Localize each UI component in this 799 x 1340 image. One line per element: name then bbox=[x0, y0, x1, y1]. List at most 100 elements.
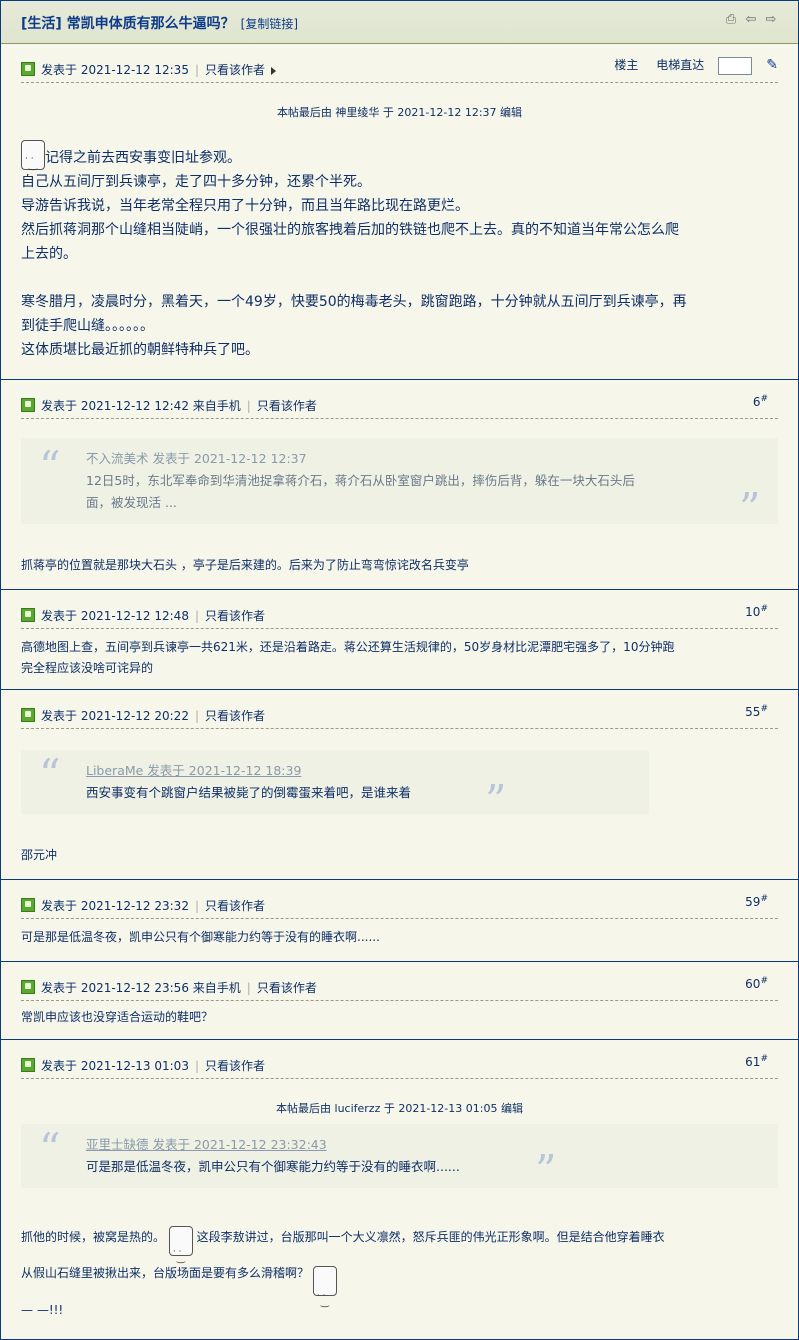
triangle-right-icon[interactable] bbox=[271, 66, 277, 75]
online-status-icon bbox=[21, 980, 35, 994]
floor-number[interactable]: 61# bbox=[745, 1054, 768, 1069]
post-time-line: 发表于 2021-12-12 12:35 | 只看该作者 bbox=[41, 61, 277, 78]
post-meta: 发表于 2021-12-13 01:03 | 只看该作者 61# bbox=[21, 1054, 778, 1079]
post-line: 导游告诉我说，当年老常全程只用了十分钟，而且当年路比现在路更烂。 bbox=[21, 198, 469, 214]
edit-note: 本帖最后由 luciferzz 于 2021-12-13 01:05 编辑 bbox=[276, 1102, 523, 1115]
header-icons: ⎙ ⇦ ⇨ bbox=[724, 13, 778, 27]
jump-floor-input[interactable] bbox=[718, 56, 753, 75]
online-status-icon bbox=[21, 1058, 35, 1072]
edit-note: 本帖最后由 神里绫华 于 2021-12-12 12:37 编辑 bbox=[276, 106, 523, 119]
open-quote-icon: “ bbox=[39, 442, 61, 491]
post-6: 发表于 2021-12-12 23:56 来自手机 | 只看该作者 60# 常凯申应… bbox=[1, 962, 798, 1040]
print-icon[interactable]: ⎙ bbox=[724, 13, 738, 27]
floor-number[interactable]: 59# bbox=[745, 894, 768, 909]
online-status-icon bbox=[21, 398, 35, 412]
quote-author-link[interactable]: 亚里士缺德 发表于 2021-12-12 23:32:43 bbox=[86, 1134, 546, 1156]
quote-line: 西安事变有个跳窗户结果被毙了的倒霉蛋来着吧，是谁来着 bbox=[86, 785, 412, 800]
post-body: 高德地图上查，五间亭到兵谏亭一共621米，还是沿着路走。蒋公还算生活规律的，50… bbox=[21, 637, 778, 679]
online-status-icon bbox=[21, 898, 35, 912]
post-time-line: 发表于 2021-12-13 01:03 | 只看该作者 bbox=[41, 1059, 266, 1073]
post-time-line: 发表于 2021-12-12 20:22 | 只看该作者 bbox=[41, 709, 266, 723]
only-author-link[interactable]: 只看该作者 bbox=[205, 709, 265, 723]
emoticon-icon bbox=[312, 1266, 337, 1326]
post-time: 发表于 2021-12-12 12:42 来自手机 bbox=[41, 399, 241, 413]
post-time-line: 发表于 2021-12-12 12:48 | 只看该作者 bbox=[41, 609, 266, 623]
post-body: 抓他的时候，被窝是热的。 这段李敖讲过，台版那叫一个大义凛然，怒斥兵匪的伟光正形… bbox=[21, 1218, 778, 1326]
post-line: 从假山石缝里被揪出来，台版场面是要有多么滑稽啊？ bbox=[21, 1250, 778, 1326]
online-status-icon bbox=[21, 608, 35, 622]
only-author-link[interactable]: 只看该作者 bbox=[205, 1059, 265, 1073]
only-author-link[interactable]: 只看该作者 bbox=[205, 899, 265, 913]
post-line: 然后抓蒋洞那个山缝相当陡峭，一个很强壮的旅客拽着后加的铁链也爬不上去。真的不知道… bbox=[21, 222, 679, 238]
quote-line: 12日5时，东北军奉命到华清池捉拿蒋介石，蒋介石从卧室窗户跳出，摔伤后背，躲在一… bbox=[86, 473, 635, 488]
floor-number[interactable]: 6# bbox=[753, 394, 768, 409]
post-line: 寒冬腊月，凌晨时分，黑着天，一个49岁，快要50的梅毒老头，跳窗跑路，十分钟就从… bbox=[21, 294, 687, 310]
post-line: 记得之前去西安事变旧址参观。 bbox=[45, 150, 241, 166]
next-thread-icon[interactable]: ⇨ bbox=[764, 13, 778, 27]
close-quote-icon: ” bbox=[739, 484, 761, 533]
floor-number[interactable]: 60# bbox=[745, 976, 768, 991]
quote-author-link[interactable]: LiberaMe 发表于 2021-12-12 18:39 bbox=[86, 760, 506, 782]
emoticon-icon bbox=[21, 140, 45, 178]
post-4: 发表于 2021-12-12 20:22 | 只看该作者 55# “ ” Liber… bbox=[1, 690, 798, 880]
post-body: 常凯申应该也没穿适合运动的鞋吧？ bbox=[21, 1010, 214, 1024]
quote-block: “ ” 亚里士缺德 发表于 2021-12-12 23:32:43 可是那是低温… bbox=[21, 1124, 778, 1192]
online-status-icon bbox=[21, 708, 35, 722]
post-line: 自己从五间厅到兵谏亭，走了四十多分钟，还累个半死。 bbox=[21, 174, 371, 190]
post-time: 发表于 2021-12-12 12:35 bbox=[41, 63, 189, 77]
floor-number[interactable]: 55# bbox=[745, 704, 768, 719]
post-time: 发表于 2021-12-12 23:32 bbox=[41, 899, 189, 913]
previous-thread-icon[interactable]: ⇦ bbox=[744, 13, 758, 27]
open-quote-icon: “ bbox=[39, 750, 61, 799]
copy-link[interactable]: [复制链接] bbox=[241, 17, 298, 31]
quote-text: 亚里士缺德 发表于 2021-12-12 23:32:43 可是那是低温冬夜，凯… bbox=[86, 1134, 546, 1178]
post-time-line: 发表于 2021-12-12 23:32 | 只看该作者 bbox=[41, 899, 266, 913]
quote-line: 面，被发现活 ... bbox=[86, 495, 177, 510]
post-3: 发表于 2021-12-12 12:48 | 只看该作者 10# 高德地图上查，五间… bbox=[1, 590, 798, 690]
post-meta: 发表于 2021-12-12 20:22 | 只看该作者 55# bbox=[21, 704, 778, 729]
thread-title-text: [生活] 常凯申体质有那么牛逼吗？ bbox=[21, 16, 235, 32]
only-author-link[interactable]: 只看该作者 bbox=[205, 63, 265, 77]
post-line: 上去的。 bbox=[21, 246, 77, 262]
post-meta: 发表于 2021-12-12 12:42 来自手机 | 只看该作者 6# bbox=[21, 394, 778, 419]
quote-block: “ ” LiberaMe 发表于 2021-12-12 18:39 西安事变有个… bbox=[21, 750, 649, 822]
post-meta: 发表于 2021-12-12 23:56 来自手机 | 只看该作者 60# bbox=[21, 976, 778, 1001]
post-line: 高德地图上查，五间亭到兵谏亭一共621米，还是沿着路走。蒋公还算生活规律的，50… bbox=[21, 640, 675, 654]
thread-frame: [生活] 常凯申体质有那么牛逼吗？ [复制链接] ⎙ ⇦ ⇨ 发表于 2021-1… bbox=[0, 0, 799, 1340]
quote-block: “ ” 不入流美术 发表于 2021-12-12 12:37 12日5时，东北军… bbox=[21, 438, 778, 530]
quote-text: LiberaMe 发表于 2021-12-12 18:39 西安事变有个跳窗户结… bbox=[86, 760, 506, 804]
post-time: 发表于 2021-12-13 01:03 bbox=[41, 1059, 189, 1073]
emoticon-icon bbox=[168, 1226, 193, 1278]
post-body: 可是那是低温冬夜，凯申公只有个御寒能力约等于没有的睡衣啊...... bbox=[21, 930, 380, 944]
post-time: 发表于 2021-12-12 20:22 bbox=[41, 709, 189, 723]
quote-line: 可是那是低温冬夜，凯申公只有个御寒能力约等于没有的睡衣啊...... bbox=[86, 1159, 460, 1174]
post-2: 发表于 2021-12-12 12:42 来自手机 | 只看该作者 6# “ ” 不… bbox=[1, 380, 798, 590]
jump-floor-label: 电梯直达 bbox=[656, 58, 705, 72]
thread-header: [生活] 常凯申体质有那么牛逼吗？ [复制链接] ⎙ ⇦ ⇨ bbox=[1, 1, 798, 44]
only-author-link[interactable]: 只看该作者 bbox=[205, 609, 265, 623]
post-body: 抓蒋亭的位置就是那块大石头 ，亭子是后来建的。后来为了防止弯弯惊诧改名兵变亭 bbox=[21, 558, 469, 572]
post-time-line: 发表于 2021-12-12 12:42 来自手机 | 只看该作者 bbox=[41, 399, 317, 413]
online-status-icon bbox=[21, 62, 35, 76]
post-meta: 发表于 2021-12-12 12:48 | 只看该作者 10# bbox=[21, 604, 778, 629]
only-author-link[interactable]: 只看该作者 bbox=[257, 981, 317, 995]
floor-number[interactable]: 10# bbox=[745, 604, 768, 619]
post-1: 发表于 2021-12-12 12:35 | 只看该作者 楼主 电梯直达 ✎ 本帖最后… bbox=[1, 44, 798, 380]
post-time: 发表于 2021-12-12 12:48 bbox=[41, 609, 189, 623]
post-7: 发表于 2021-12-13 01:03 | 只看该作者 61# 本帖最后由 luc… bbox=[1, 1040, 798, 1339]
quote-text: 不入流美术 发表于 2021-12-12 12:37 12日5时，东北军奉命到华… bbox=[86, 448, 726, 514]
open-quote-icon: “ bbox=[39, 1124, 61, 1173]
post-5: 发表于 2021-12-12 23:32 | 只看该作者 59# 可是那是低温冬夜，… bbox=[1, 880, 798, 962]
quote-header: 不入流美术 发表于 2021-12-12 12:37 bbox=[86, 451, 307, 466]
post-line: — —!!! bbox=[21, 1303, 64, 1317]
post-line: 到徒手爬山缝。。。。。。 bbox=[21, 318, 154, 334]
thread-title: [生活] 常凯申体质有那么牛逼吗？ [复制链接] bbox=[21, 13, 298, 33]
post-time: 发表于 2021-12-12 23:56 来自手机 bbox=[41, 981, 241, 995]
post-body: 邵元冲 bbox=[21, 848, 58, 862]
post-line: 抓他的时候，被窝是热的。 这段李敖讲过，台版那叫一个大义凛然，怒斥兵匪的伟光正形… bbox=[21, 1218, 778, 1278]
louzhu-link[interactable]: 楼主 bbox=[614, 58, 638, 72]
only-author-link[interactable]: 只看该作者 bbox=[257, 399, 317, 413]
wrench-icon[interactable]: ✎ bbox=[766, 57, 778, 73]
post-line: 这体质堪比最近抓的朝鲜特种兵了吧。 bbox=[21, 342, 259, 358]
